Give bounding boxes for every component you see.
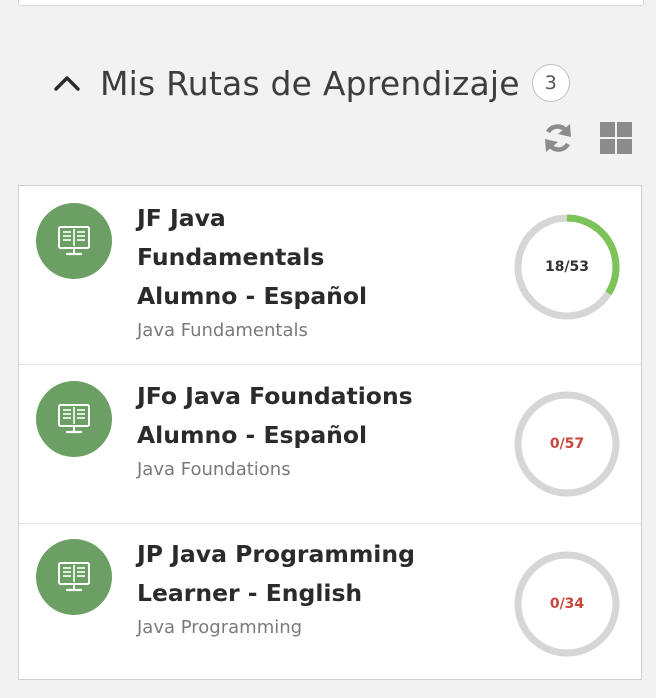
- learning-paths-list: JF Java Fundamentals Alumno - Español Ja…: [18, 185, 642, 680]
- title-line: Learner - English: [137, 579, 363, 607]
- progress-ring: 18/53: [513, 213, 621, 321]
- learning-path-item[interactable]: JFo Java Foundations Alumno - Español Ja…: [19, 365, 641, 524]
- progress-ring: 0/34: [513, 550, 621, 658]
- book-monitor-icon: [36, 539, 112, 615]
- learning-path-subtitle: Java Programming: [137, 617, 303, 638]
- toolbar: [540, 120, 634, 156]
- previous-card-edge: [18, 0, 644, 6]
- grid-view-icon[interactable]: [598, 120, 634, 156]
- title-line: JP Java Programming: [137, 540, 415, 568]
- learning-path-item[interactable]: JF Java Fundamentals Alumno - Español Ja…: [19, 186, 641, 365]
- title-line: JFo Java Foundations: [137, 382, 413, 410]
- title-line: Alumno - Español: [137, 282, 368, 310]
- title-line: Alumno - Español: [137, 421, 368, 449]
- learning-path-subtitle: Java Foundations: [137, 459, 291, 480]
- progress-ring: 0/57: [513, 390, 621, 498]
- section-header: Mis Rutas de Aprendizaje 3: [54, 58, 570, 108]
- learning-path-item[interactable]: JP Java Programming Learner - English Ja…: [19, 524, 641, 689]
- count-badge: 3: [531, 64, 570, 102]
- learning-path-title[interactable]: JF Java Fundamentals Alumno - Español: [137, 199, 487, 316]
- progress-label: 18/53: [544, 259, 590, 275]
- progress-label: 0/34: [549, 596, 585, 612]
- book-monitor-icon: [36, 203, 112, 279]
- learning-path-subtitle: Java Fundamentals: [137, 320, 308, 341]
- title-line: JF Java: [137, 204, 226, 232]
- progress-label: 0/57: [549, 436, 585, 452]
- title-line: Fundamentals: [137, 243, 325, 271]
- learning-path-title[interactable]: JFo Java Foundations Alumno - Español: [137, 377, 487, 455]
- book-monitor-icon: [36, 381, 112, 457]
- refresh-icon[interactable]: [540, 120, 576, 156]
- section-title: Mis Rutas de Aprendizaje: [100, 63, 520, 103]
- chevron-up-icon[interactable]: [54, 70, 80, 96]
- learning-path-title[interactable]: JP Java Programming Learner - English: [137, 535, 487, 613]
